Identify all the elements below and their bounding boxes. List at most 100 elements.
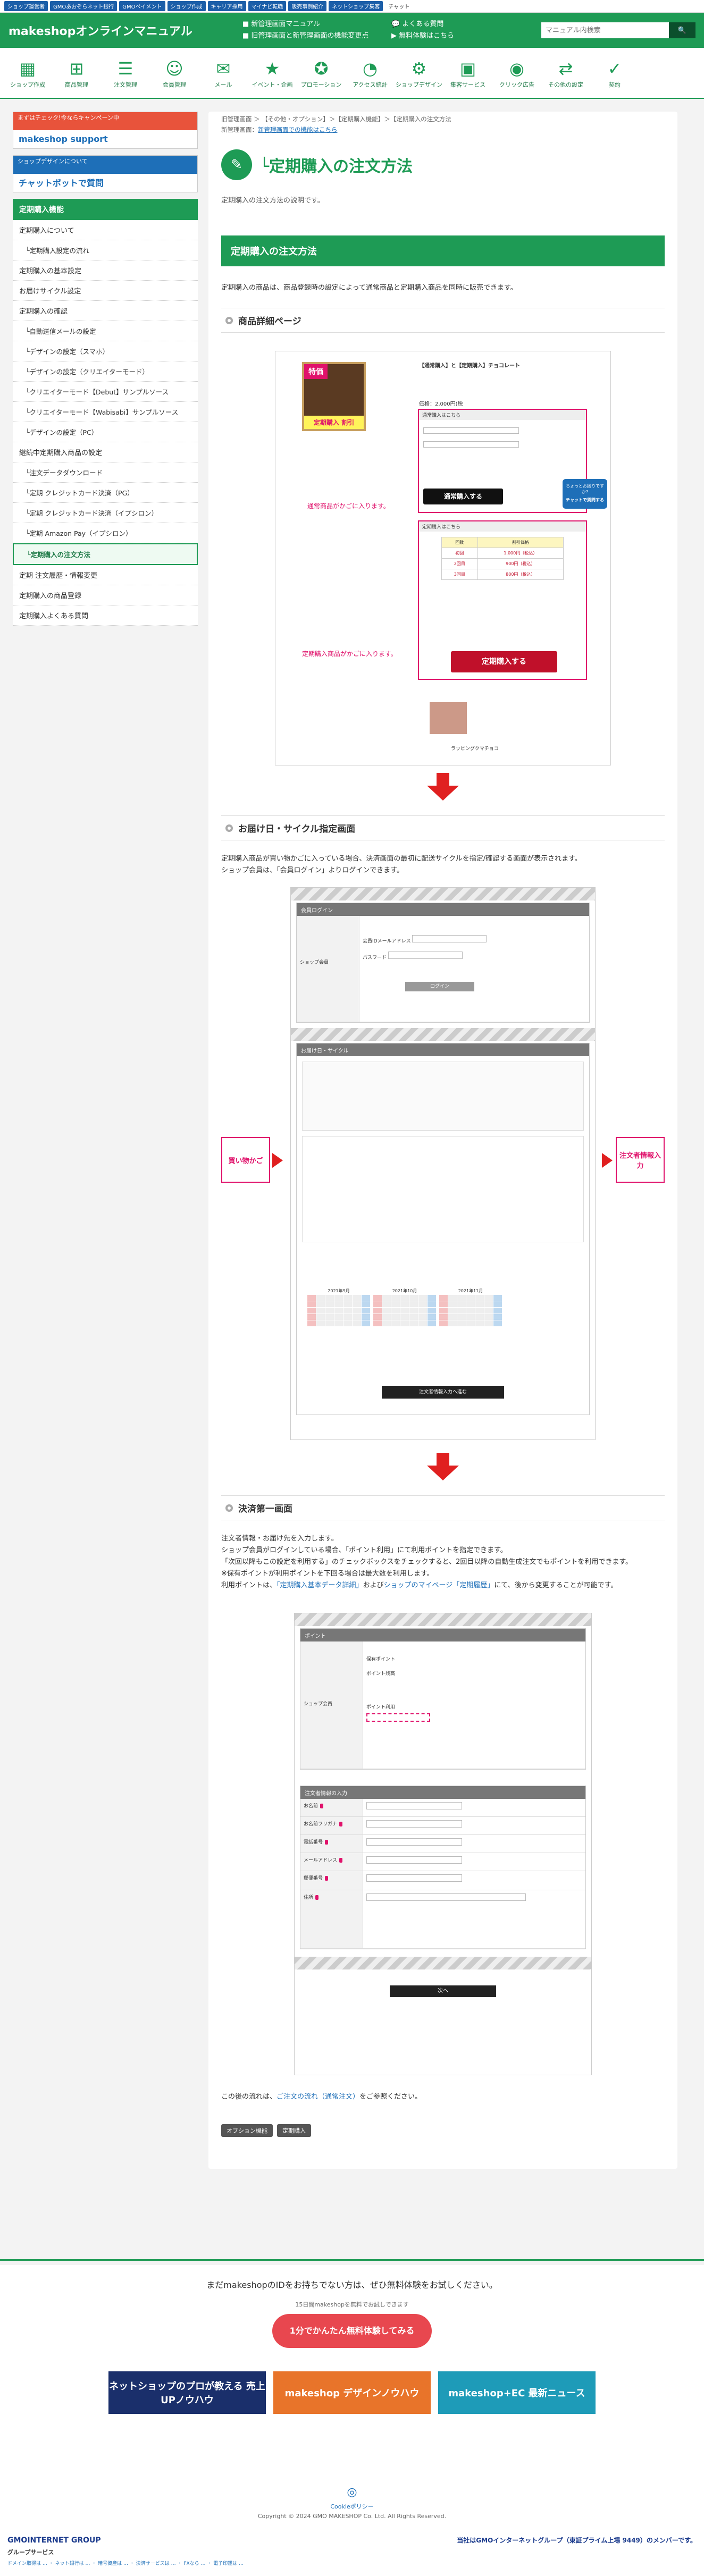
calendar-day[interactable] — [307, 1295, 316, 1301]
order-flow-link[interactable]: ご注文の流れ（通常注文） — [276, 2093, 359, 2101]
tag-subscription[interactable]: 定期購入 — [277, 2124, 311, 2137]
side-menu-item[interactable]: └定期 クレジットカード決済（イプシロン） — [13, 503, 198, 523]
calendar-day[interactable] — [382, 1301, 391, 1307]
calendar-day[interactable] — [448, 1295, 457, 1301]
side-menu-item[interactable]: └自動送信メールの設定 — [13, 321, 198, 341]
calendar-day[interactable] — [334, 1314, 343, 1320]
category-ショップデザイン[interactable]: ⚙ ショップデザイン — [395, 57, 443, 89]
point-input[interactable] — [366, 1713, 430, 1722]
calendar-day[interactable] — [493, 1308, 502, 1314]
side-menu-item[interactable]: 定期購入の商品登録 — [13, 585, 198, 605]
subscription-purchase-button[interactable]: 定期購入する — [451, 651, 557, 672]
calendar-day[interactable] — [382, 1295, 391, 1301]
calendar-day[interactable] — [343, 1320, 352, 1326]
calendar-day[interactable] — [484, 1295, 493, 1301]
calendar-day[interactable] — [391, 1295, 400, 1301]
calendar-day[interactable] — [307, 1320, 316, 1326]
top-link[interactable]: キャリア採用 — [207, 1, 246, 11]
top-link[interactable]: ショップ作成 — [167, 1, 206, 11]
calendar-day[interactable] — [418, 1314, 427, 1320]
related-product-image[interactable] — [430, 702, 467, 734]
calendar-day[interactable] — [362, 1308, 370, 1314]
calendar-day[interactable] — [373, 1295, 382, 1301]
calendar-day[interactable] — [493, 1295, 502, 1301]
calendar-day[interactable] — [493, 1301, 502, 1307]
calendar-day[interactable] — [428, 1314, 436, 1320]
category-契約[interactable]: ✓ 契約 — [590, 57, 639, 89]
calendar-day[interactable] — [466, 1320, 475, 1326]
chatbot-banner[interactable]: ショップデザインについて チャットボットで質問 — [13, 155, 198, 192]
side-menu-head[interactable]: 定期購入機能 — [13, 199, 198, 220]
top-link[interactable]: チャット — [385, 1, 413, 11]
breadcrumb-new-link[interactable]: 新管理画面での機能はこちら — [258, 126, 338, 133]
email-field[interactable] — [412, 935, 487, 942]
calendar-day[interactable] — [316, 1301, 325, 1307]
footer-banner-design[interactable]: makeshop デザインノウハウ — [273, 2371, 431, 2414]
calendar-day[interactable] — [334, 1308, 343, 1314]
calendar-day[interactable] — [362, 1301, 370, 1307]
calendar-day[interactable] — [353, 1308, 361, 1314]
calendar-day[interactable] — [307, 1301, 316, 1307]
top-link[interactable]: マイナビ転職 — [248, 1, 287, 11]
calendar-day[interactable] — [457, 1301, 466, 1307]
calendar-day[interactable] — [448, 1314, 457, 1320]
free-trial-button[interactable]: 1分でかんたん無料体験してみる — [272, 2314, 432, 2348]
top-link[interactable]: ネットショップ集客 — [329, 1, 383, 11]
calendar-day[interactable] — [428, 1308, 436, 1314]
calendar-day[interactable] — [307, 1308, 316, 1314]
calendar-day[interactable] — [400, 1308, 409, 1314]
calendar-day[interactable] — [362, 1314, 370, 1320]
calendar-day[interactable] — [457, 1320, 466, 1326]
regular-purchase-button[interactable]: 通常購入する — [423, 489, 503, 504]
calendar-day[interactable] — [439, 1308, 448, 1314]
side-menu-item[interactable]: └定期購入の注文方法 — [13, 543, 198, 565]
calendar-day[interactable] — [400, 1295, 409, 1301]
footer-banner-knowhow[interactable]: ネットショップのプロが教える 売上UPノウハウ — [108, 2371, 266, 2414]
calendar-day[interactable] — [475, 1308, 484, 1314]
calendar-day[interactable] — [382, 1320, 391, 1326]
calendar-day[interactable] — [353, 1295, 361, 1301]
chat-widget[interactable]: ちょっとお困りですか? チャットで質問する — [563, 479, 607, 509]
calendar-day[interactable] — [418, 1301, 427, 1307]
calendar-day[interactable] — [373, 1308, 382, 1314]
buyer-input[interactable] — [366, 1820, 462, 1828]
calendar-day[interactable] — [316, 1308, 325, 1314]
support-banner[interactable]: まずはチェック!今ならキャンペーン中 makeshop support — [13, 112, 198, 149]
buyer-input[interactable] — [366, 1802, 462, 1809]
password-field[interactable] — [388, 952, 463, 959]
tag-option[interactable]: オプション機能 — [221, 2124, 273, 2137]
side-menu-item[interactable]: └デザインの設定（クリエイターモード） — [13, 361, 198, 382]
category-集客サービス[interactable]: ▣ 集客サービス — [443, 57, 492, 89]
calendar-day[interactable] — [466, 1308, 475, 1314]
buyer-input[interactable] — [366, 1838, 462, 1846]
calendar-day[interactable] — [325, 1295, 334, 1301]
calendar-day[interactable] — [439, 1301, 448, 1307]
category-メール[interactable]: ✉ メール — [199, 57, 248, 89]
calendar-day[interactable] — [353, 1314, 361, 1320]
side-menu-item[interactable]: └デザインの設定（PC） — [13, 422, 198, 442]
buyer-input[interactable] — [366, 1893, 526, 1901]
calendar-day[interactable] — [391, 1308, 400, 1314]
category-アクセス統計[interactable]: ◔ アクセス統計 — [346, 57, 395, 89]
side-menu-item[interactable]: 定期購入の基本設定 — [13, 260, 198, 281]
buyer-input[interactable] — [366, 1856, 462, 1864]
news-link-2[interactable]: 旧管理画面と新管理画面の機能変更点 — [251, 32, 368, 40]
site-logo[interactable]: makeshopオンラインマニュアル — [9, 22, 242, 39]
side-menu-item[interactable]: 定期購入の確認 — [13, 301, 198, 321]
trial-link[interactable]: 無料体験はこちら — [399, 32, 454, 40]
top-link[interactable]: ショップ運営者 — [4, 1, 48, 11]
calendar-day[interactable] — [316, 1320, 325, 1326]
category-イベント・企画[interactable]: ★ イベント・企画 — [248, 57, 297, 89]
calendar-day[interactable] — [466, 1314, 475, 1320]
calendar-day[interactable] — [448, 1308, 457, 1314]
side-menu-item[interactable]: └注文データダウンロード — [13, 462, 198, 483]
calendar-day[interactable] — [428, 1295, 436, 1301]
calendar-day[interactable] — [362, 1320, 370, 1326]
calendar-day[interactable] — [409, 1308, 418, 1314]
login-button[interactable]: ログイン — [405, 982, 474, 991]
side-menu-item[interactable]: └定期 Amazon Pay（イプシロン） — [13, 523, 198, 543]
footer-banner-news[interactable]: makeshop+EC 最新ニュース — [438, 2371, 596, 2414]
calendar-day[interactable] — [391, 1301, 400, 1307]
category-注文管理[interactable]: ☰ 注文管理 — [101, 57, 150, 89]
calendar-day[interactable] — [325, 1301, 334, 1307]
